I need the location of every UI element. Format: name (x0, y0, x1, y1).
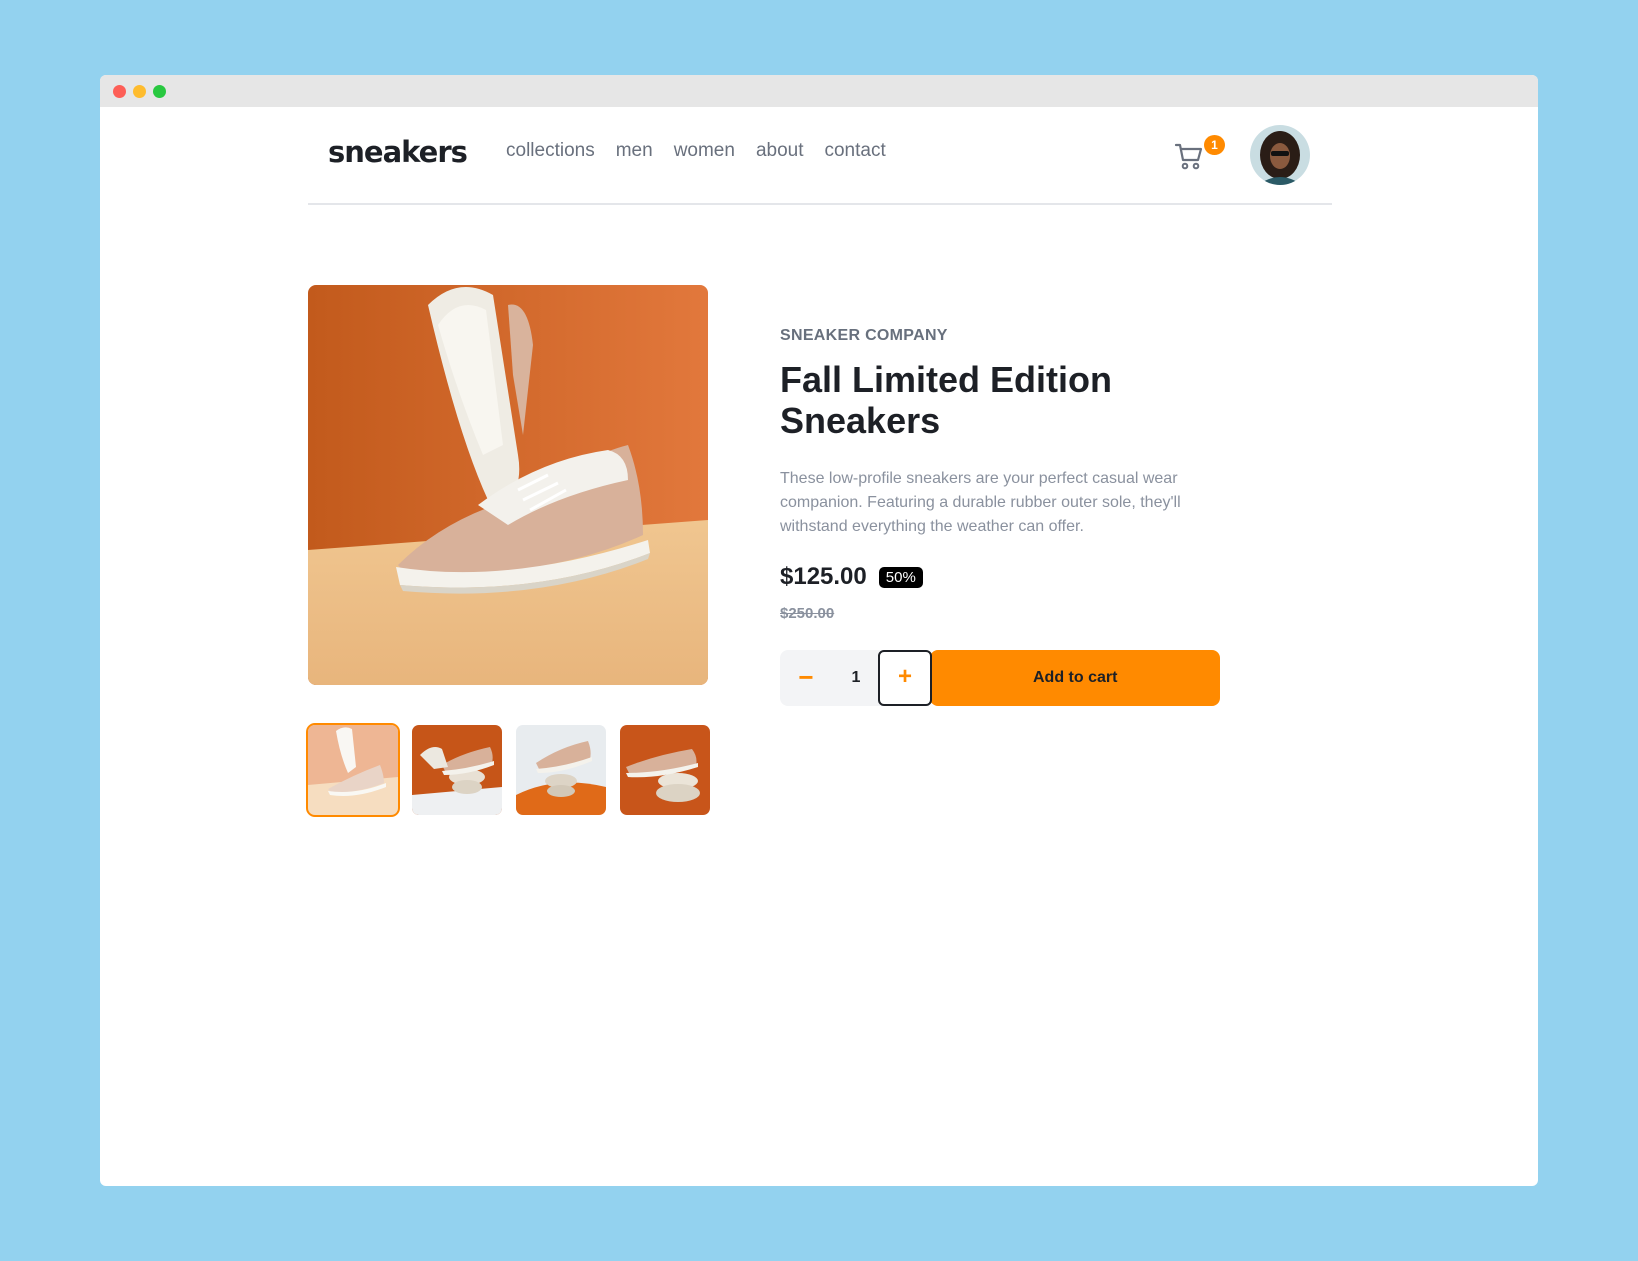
current-price: $125.00 (780, 563, 867, 590)
purchase-actions: − 1 + Add to cart (780, 650, 1220, 706)
product-title-line-1: Fall Limited Edition (780, 359, 1112, 400)
decrease-quantity-button[interactable]: − (780, 650, 832, 706)
increase-quantity-button[interactable]: + (878, 650, 932, 706)
user-avatar[interactable] (1250, 125, 1310, 185)
thumbnail-strip (306, 723, 710, 817)
nav-link-contact[interactable]: contact (824, 140, 885, 162)
discount-badge: 50% (878, 566, 923, 588)
thumbnail-1[interactable] (306, 723, 400, 817)
brand-logo[interactable]: sneakers (328, 135, 468, 169)
nav-link-women[interactable]: women (674, 140, 735, 162)
cart-count-badge: 1 (1204, 135, 1225, 155)
product-info: SNEAKER COMPANY Fall Limited Edition Sne… (780, 327, 1220, 706)
nav-link-men[interactable]: men (616, 140, 653, 162)
quantity-stepper: − 1 + (780, 650, 932, 706)
add-to-cart-button[interactable]: Add to cart (930, 650, 1220, 706)
minimize-window-button[interactable] (133, 85, 146, 98)
nav-link-about[interactable]: about (756, 140, 804, 162)
nav-links: collections men women about contact (506, 140, 886, 162)
company-name: SNEAKER COMPANY (780, 327, 948, 344)
close-window-button[interactable] (113, 85, 126, 98)
price-row: $125.00 50% (780, 563, 1220, 591)
maximize-window-button[interactable] (153, 85, 166, 98)
product-description: These low-profile sneakers are your perf… (780, 470, 1181, 535)
cart-icon (1174, 143, 1203, 170)
top-navigation: sneakers collections men women about con… (308, 107, 1332, 205)
quantity-value: 1 (851, 669, 861, 686)
product-title: Fall Limited Edition Sneakers (780, 359, 1220, 441)
cart-button[interactable]: 1 (1174, 135, 1225, 175)
window-titlebar (100, 75, 1538, 107)
nav-link-collections[interactable]: collections (506, 140, 595, 162)
thumbnail-2[interactable] (412, 725, 502, 815)
browser-window: sneakers collections men women about con… (100, 75, 1538, 1186)
product-main-image[interactable] (308, 285, 708, 685)
thumbnail-4[interactable] (620, 725, 710, 815)
thumbnail-3[interactable] (516, 725, 606, 815)
original-price: $250.00 (780, 605, 835, 622)
product-title-line-2: Sneakers (780, 400, 941, 441)
